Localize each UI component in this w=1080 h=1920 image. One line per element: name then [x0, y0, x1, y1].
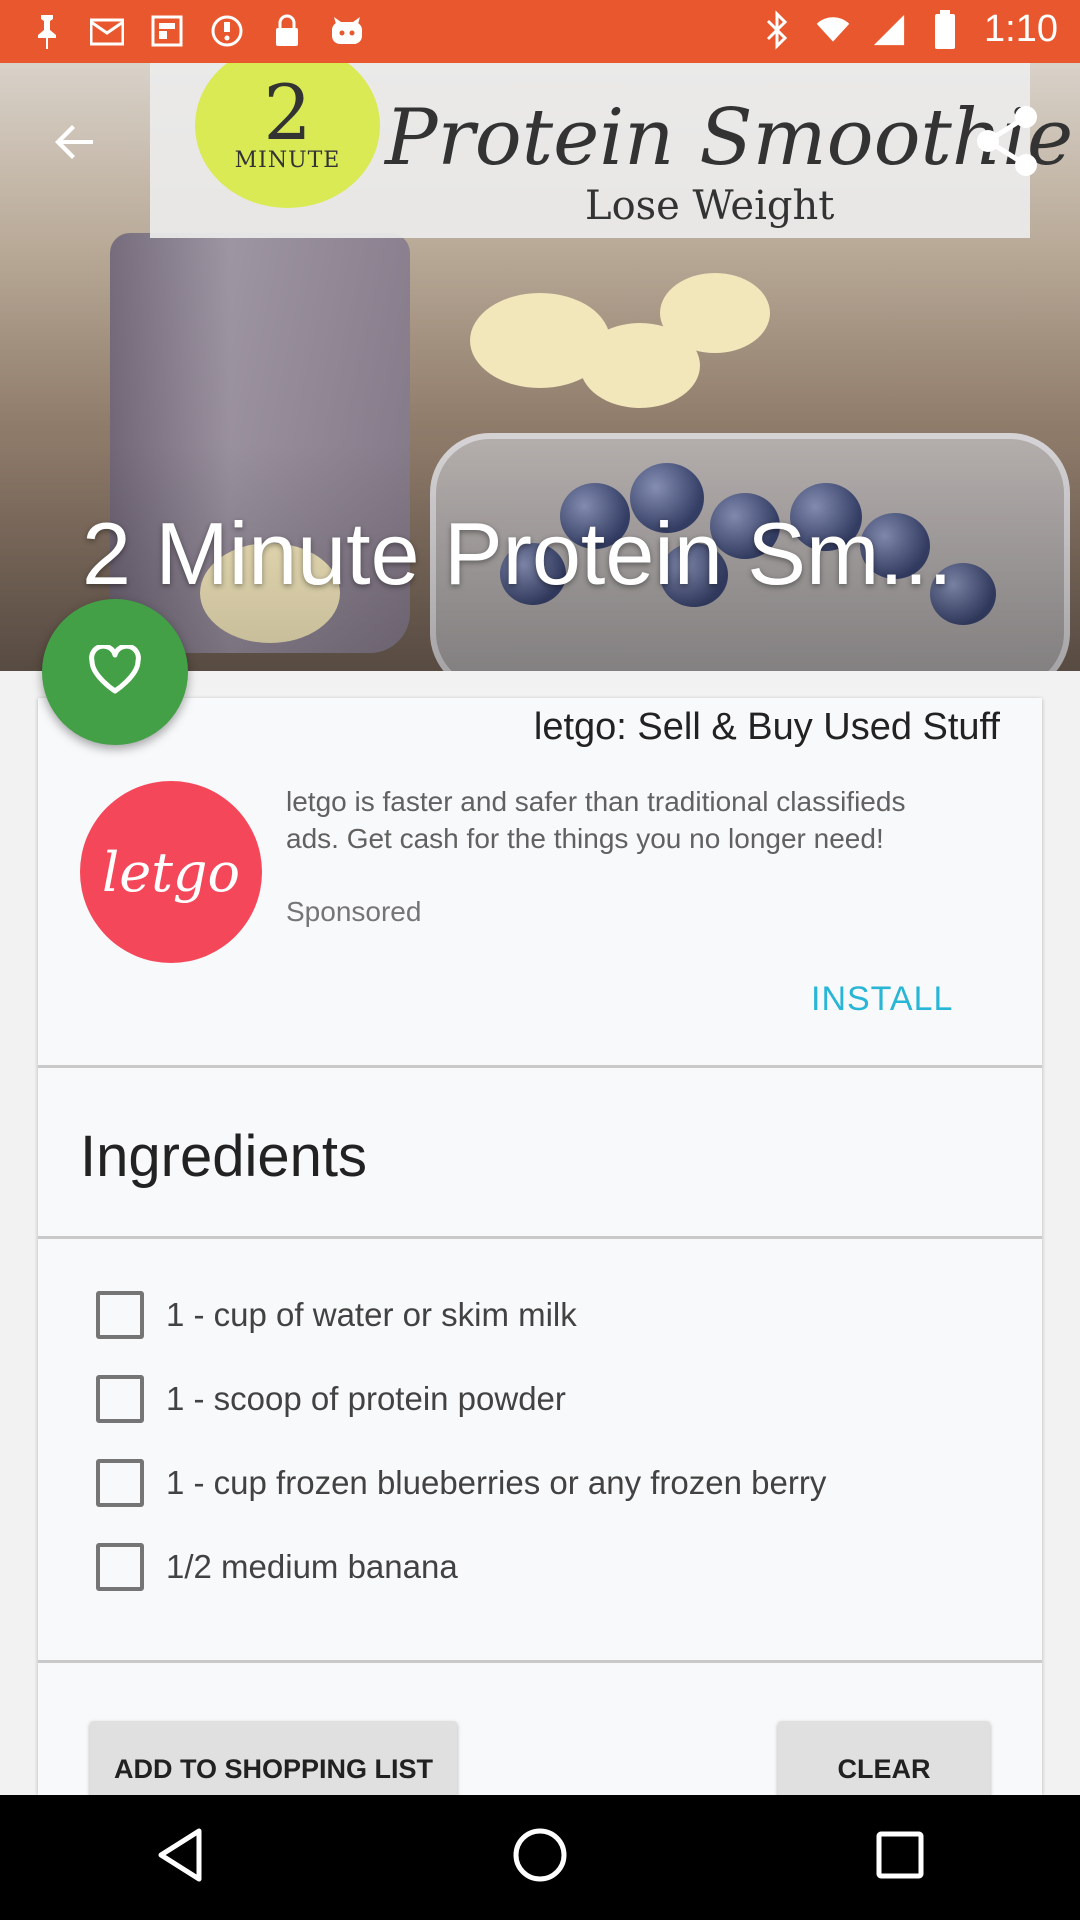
- ingredients-list: 1 - cup of water or skim milk 1 - scoop …: [96, 1273, 996, 1609]
- ad-description: letgo is faster and safer than tradition…: [286, 786, 906, 854]
- status-time: 1:10: [984, 8, 1058, 50]
- status-bar: 1:10: [0, 0, 1080, 63]
- divider: [38, 1660, 1042, 1663]
- favorite-button[interactable]: [42, 599, 188, 745]
- ingredient-text: 1 - cup frozen blueberries or any frozen…: [166, 1464, 827, 1501]
- bluetooth-icon: [760, 9, 794, 50]
- square-recents-icon: [875, 1830, 925, 1885]
- signal-icon: [872, 11, 906, 49]
- divider: [38, 1065, 1042, 1068]
- arrow-back-icon: [53, 120, 97, 169]
- mail-icon: [90, 12, 124, 50]
- wifi-icon: [816, 11, 850, 49]
- ingredient-text: 1 - cup of water or skim milk: [166, 1296, 577, 1333]
- ingredient-item[interactable]: 1/2 medium banana: [96, 1525, 996, 1609]
- ingredient-item[interactable]: 1 - cup frozen blueberries or any frozen…: [96, 1441, 996, 1525]
- triangle-back-icon: [155, 1827, 205, 1888]
- ad-title[interactable]: letgo: Sell & Buy Used Stuff: [534, 706, 1000, 749]
- system-indicators: 1:10: [760, 8, 1058, 51]
- recipe-hero-image: 2 MINUTE Protein Smoothie Lose Weight 2 …: [0, 63, 1080, 671]
- ingredient-checkbox[interactable]: [96, 1543, 144, 1591]
- letgo-logo[interactable]: letgo: [80, 781, 262, 963]
- install-button[interactable]: INSTALL: [811, 980, 953, 1019]
- share-icon: [976, 105, 1040, 182]
- letgo-logo-text: letgo: [101, 840, 240, 904]
- ingredient-checkbox[interactable]: [96, 1459, 144, 1507]
- lock-icon: [270, 12, 304, 50]
- ingredient-item[interactable]: 1 - cup of water or skim milk: [96, 1273, 996, 1357]
- nav-back-button[interactable]: [135, 1813, 225, 1903]
- pin-icon: [30, 12, 64, 50]
- ingredients-heading: Ingredients: [80, 1124, 367, 1189]
- sticker-label: MINUTE: [234, 148, 341, 173]
- clear-button[interactable]: CLEAR: [778, 1721, 990, 1795]
- ingredient-text: 1/2 medium banana: [166, 1548, 458, 1585]
- sponsored-label: Sponsored: [286, 896, 422, 927]
- notification-icons: [30, 12, 364, 50]
- system-navigation-bar: [0, 1795, 1080, 1920]
- share-button[interactable]: [970, 103, 1046, 183]
- flipboard-icon: [150, 12, 184, 50]
- circle-home-icon: [512, 1827, 568, 1888]
- image-subtitle: Lose Weight: [585, 183, 835, 229]
- ingredient-checkbox[interactable]: [96, 1375, 144, 1423]
- ingredient-checkbox[interactable]: [96, 1291, 144, 1339]
- divider: [38, 1236, 1042, 1239]
- nav-home-button[interactable]: [495, 1813, 585, 1903]
- add-to-shopping-list-button[interactable]: ADD TO SHOPPING LIST: [90, 1721, 457, 1795]
- recipe-card: letgo: Sell & Buy Used Stuff letgo letgo…: [38, 698, 1042, 1795]
- heart-outline-icon: [88, 643, 142, 700]
- app-icon: [330, 12, 364, 50]
- banana-image: [660, 273, 770, 353]
- download-icon: [210, 12, 244, 50]
- ingredient-item[interactable]: 1 - scoop of protein powder: [96, 1357, 996, 1441]
- recipe-title: 2 Minute Protein Sm...: [82, 504, 953, 603]
- back-button[interactable]: [40, 109, 110, 179]
- nav-recents-button[interactable]: [855, 1813, 945, 1903]
- battery-icon: [928, 9, 962, 49]
- sticker-number: 2: [263, 68, 312, 157]
- ingredient-text: 1 - scoop of protein powder: [166, 1380, 566, 1417]
